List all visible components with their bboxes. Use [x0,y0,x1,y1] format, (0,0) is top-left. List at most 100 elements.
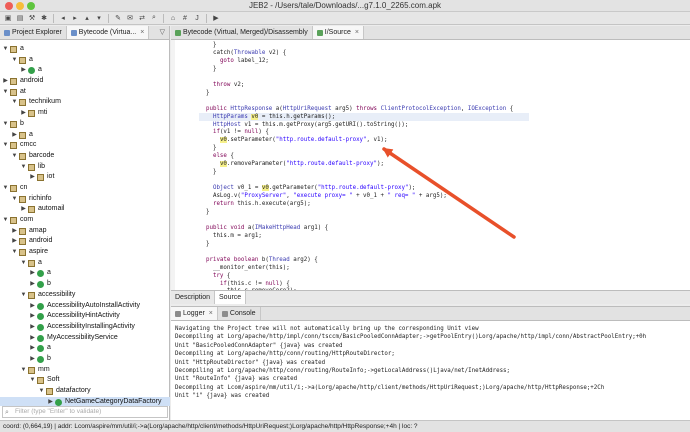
close-tab-icon[interactable]: × [355,29,359,36]
tree-node[interactable]: ▶ b [0,279,170,290]
tree-node[interactable]: ▶ a [0,268,170,279]
logger-output[interactable]: Navigating the Project tree will not aut… [175,325,687,417]
collapsed-twisty-icon[interactable]: ▶ [29,172,36,183]
tree-node[interactable]: ▼ richinfo [0,194,170,205]
tree-node[interactable]: ▼ a [0,258,170,269]
down-icon[interactable]: ▾ [94,14,104,23]
collapsed-twisty-icon[interactable]: ▶ [11,130,18,141]
tree-node[interactable]: ▶ a [0,65,170,76]
tree-node[interactable]: ▼ mm [0,365,170,376]
tree-node[interactable]: ▶ a [0,130,170,141]
tree-node[interactable]: ▼ accessibility [0,290,170,301]
collapsed-twisty-icon[interactable]: ▶ [29,343,36,354]
collapsed-twisty-icon[interactable]: ▶ [11,226,18,237]
tree-node[interactable]: ▶ automail [0,204,170,215]
expanded-twisty-icon[interactable]: ▼ [20,162,27,173]
expanded-twisty-icon[interactable]: ▼ [20,365,27,376]
expanded-twisty-icon[interactable]: ▼ [11,97,18,108]
expanded-twisty-icon[interactable]: ▼ [2,183,9,194]
tree-node[interactable]: ▶ AccessibilityHintActivity [0,311,170,322]
collapsed-twisty-icon[interactable]: ▶ [29,311,36,322]
left-tab-1[interactable]: Bytecode (Virtua... × [66,26,150,39]
collapsed-twisty-icon[interactable]: ▶ [2,76,9,87]
expanded-twisty-icon[interactable]: ▼ [11,151,18,162]
tree-node[interactable]: ▶ AccessibilityInstallingActivity [0,322,170,333]
collapsed-twisty-icon[interactable]: ▶ [29,333,36,344]
tree-node[interactable]: ▼ barcode [0,151,170,162]
collapsed-twisty-icon[interactable]: ▶ [47,397,54,406]
save-icon[interactable]: ▣ [3,14,13,23]
tree-node[interactable]: ▼ b [0,119,170,130]
back-icon[interactable]: ◂ [58,14,68,23]
expanded-twisty-icon[interactable]: ▼ [2,140,9,151]
subtab-description[interactable]: Description [171,291,216,304]
expanded-twisty-icon[interactable]: ▼ [20,290,27,301]
collapsed-twisty-icon[interactable]: ▶ [29,268,36,279]
collapsed-twisty-icon[interactable]: ▶ [20,204,27,215]
editor-tab-0[interactable]: Bytecode (Virtual, Merged)/Disassembly [171,26,313,39]
expanded-twisty-icon[interactable]: ▼ [11,55,18,66]
left-tab-0[interactable]: Project Explorer [0,26,67,39]
expanded-twisty-icon[interactable]: ▼ [11,194,18,205]
code-token: v2; [230,81,245,88]
collapsed-twisty-icon[interactable]: ▶ [20,108,27,119]
logger-tab-1[interactable]: Console [218,307,261,320]
wrench-icon[interactable]: ⚒ [27,14,37,23]
expanded-twisty-icon[interactable]: ▼ [11,247,18,258]
collapsed-twisty-icon[interactable]: ▶ [29,279,36,290]
tree-node[interactable]: ▶ a [0,343,170,354]
filter-input[interactable]: ⌕ Filter (type "Enter" to validate) [2,406,168,418]
expanded-twisty-icon[interactable]: ▼ [20,258,27,269]
tree-node[interactable]: ▼ a [0,55,170,66]
open-icon[interactable]: ▤ [15,14,25,23]
collapsed-twisty-icon[interactable]: ▶ [20,65,27,76]
expanded-twisty-icon[interactable]: ▼ [38,386,45,397]
collapsed-twisty-icon[interactable]: ▶ [29,322,36,333]
expanded-twisty-icon[interactable]: ▼ [2,119,9,130]
close-tab-icon[interactable]: × [209,310,213,317]
tree-node[interactable]: ▶ MyAccessibilityService [0,333,170,344]
tree-node[interactable]: ▶ iot [0,172,170,183]
tree-node[interactable]: ▼ Soft [0,375,170,386]
expanded-twisty-icon[interactable]: ▼ [29,375,36,386]
tree-node[interactable]: ▶ amap [0,226,170,237]
tree-node[interactable]: ▶ mti [0,108,170,119]
tree-node[interactable]: ▶ android [0,76,170,87]
tree-node[interactable]: ▼ aspire [0,247,170,258]
collapsed-twisty-icon[interactable]: ▶ [29,354,36,365]
tree-node[interactable]: ▶ NetGameCategoryDataFactory [0,396,170,406]
tree-node[interactable]: ▼ technikum [0,97,170,108]
subtab-source[interactable]: Source [215,291,247,304]
expanded-twisty-icon[interactable]: ▼ [2,215,9,226]
tree-node[interactable]: ▼ cmcc [0,140,170,151]
decompile-icon[interactable]: J [192,14,202,23]
tree-node[interactable]: ▼ com [0,215,170,226]
forward-icon[interactable]: ▸ [70,14,80,23]
tree-node[interactable]: ▼ cn [0,183,170,194]
refs-icon[interactable]: ⇄ [137,14,147,23]
tree-node[interactable]: ▶ AccessibilityAutoInstallActivity [0,301,170,312]
close-tab-icon[interactable]: × [140,29,144,36]
rename-icon[interactable]: ✎ [113,14,123,23]
tree-node[interactable]: ▼ a [0,44,170,55]
expanded-twisty-icon[interactable]: ▼ [2,44,9,55]
tree-node[interactable]: ▼ datafactory [0,386,170,397]
up-icon[interactable]: ▴ [82,14,92,23]
bug-icon[interactable]: ✱ [39,14,49,23]
tree-node[interactable]: ▶ android [0,236,170,247]
expanded-twisty-icon[interactable]: ▼ [2,87,9,98]
comment-icon[interactable]: ✉ [125,14,135,23]
tag-icon[interactable]: ⌂ [168,14,178,23]
run-icon[interactable]: ▶ [211,14,221,23]
hex-icon[interactable]: # [180,14,190,23]
collapsed-twisty-icon[interactable]: ▶ [29,301,36,312]
find-icon[interactable]: ⌕ [149,14,159,23]
tree-node[interactable]: ▶ b [0,354,170,365]
tree-node[interactable]: ▼ lib [0,162,170,173]
source-code-view[interactable]: } catch(Throwable v2) {goto label_12;} thr… [171,40,690,290]
editor-tab-1[interactable]: I/Source × [312,26,364,39]
logger-tab-0[interactable]: Logger × [171,307,218,320]
view-menu-icon[interactable]: ▽ [160,28,165,36]
collapsed-twisty-icon[interactable]: ▶ [11,236,18,247]
tree-node[interactable]: ▼ at [0,87,170,98]
